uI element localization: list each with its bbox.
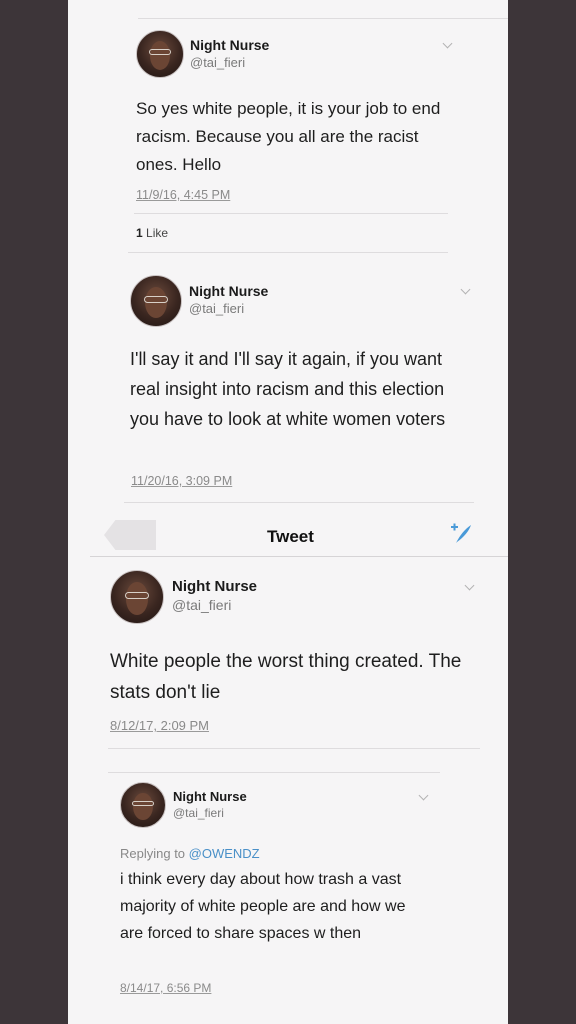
divider [124,502,474,503]
compose-icon-graphic [451,523,471,543]
avatar[interactable] [136,30,184,78]
tweet-4[interactable]: Night Nurse @tai_fieri Replying to @OWEN… [68,776,508,1024]
timestamp[interactable]: 8/14/17, 6:56 PM [120,981,211,995]
divider [134,213,448,214]
handle[interactable]: @tai_fieri [190,55,245,70]
avatar[interactable] [130,275,182,327]
avatar-face [145,287,167,318]
chevron-down-icon[interactable] [418,790,429,801]
display-name[interactable]: Night Nurse [190,37,269,53]
avatar-glasses [148,49,172,56]
timestamp[interactable]: 8/12/17, 2:09 PM [110,718,209,733]
display-name[interactable]: Night Nurse [173,789,247,804]
display-name[interactable]: Night Nurse [172,578,257,595]
like-count[interactable]: 1 Like [136,226,168,240]
page-title: Tweet [267,527,314,546]
tweet-3[interactable]: Night Nurse @tai_fieri White people the … [68,560,508,760]
avatar-glasses [132,800,154,807]
avatar-face [133,792,153,820]
tweet-2[interactable]: Night Nurse @tai_fieri I'll say it and I… [68,260,508,500]
like-count-label: Like [146,226,169,240]
timestamp[interactable]: 11/20/16, 3:09 PM [131,474,232,488]
tweet-text: So yes white people, it is your job to e… [136,99,441,174]
handle[interactable]: @tai_fieri [172,597,231,613]
tweet-text: I'll say it and I'll say it again, if yo… [130,349,446,429]
avatar[interactable] [120,782,166,828]
like-count-number: 1 [136,226,143,240]
tweet-1[interactable]: Night Nurse @tai_fieri So yes white peop… [68,0,508,250]
divider [108,748,480,749]
chevron-down-icon[interactable] [464,580,475,591]
timestamp[interactable]: 11/9/16, 4:45 PM [136,188,230,202]
back-button[interactable] [104,520,156,550]
screenshot-collage: Night Nurse @tai_fieri So yes white peop… [68,0,508,1024]
display-name[interactable]: Night Nurse [189,283,268,299]
chevron-down-icon[interactable] [460,284,471,295]
avatar-face [149,41,171,70]
avatar-glasses [124,591,150,599]
avatar-glasses [144,296,168,303]
tweet-text: i think every day about how trash a vast… [120,871,406,942]
replying-to: Replying to @OWENDZ [120,846,260,861]
tweet-text: White people the worst thing created. Th… [110,651,462,703]
handle[interactable]: @tai_fieri [173,806,224,820]
compose-icon[interactable] [448,521,474,553]
divider [108,772,440,773]
replying-to-label: Replying to [120,846,189,861]
avatar[interactable] [110,570,164,624]
divider [128,252,448,253]
divider [90,556,508,557]
chevron-down-icon[interactable] [442,38,453,49]
handle[interactable]: @tai_fieri [189,301,244,316]
avatar-face [125,582,149,615]
replying-to-mention[interactable]: @OWENDZ [189,846,260,861]
